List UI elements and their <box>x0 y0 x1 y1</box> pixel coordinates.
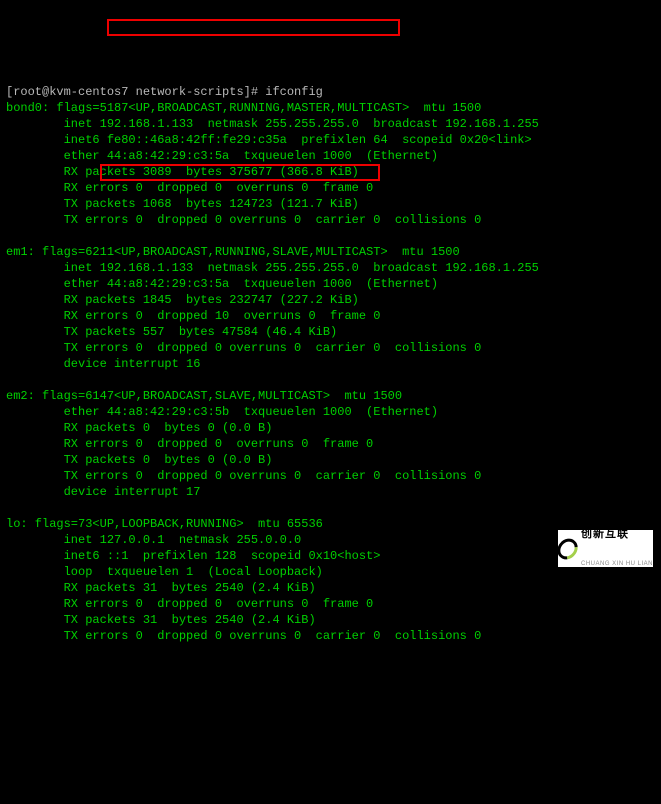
bond0-inet6: inet6 fe80::46a8:42ff:fe29:c35a prefixle… <box>6 133 532 147</box>
lo-loop: loop txqueuelen 1 (Local Loopback) <box>6 565 323 579</box>
logo-en: CHUANG XIN HU LIAN <box>581 559 653 569</box>
em2-dev-int: device interrupt 17 <box>6 485 200 499</box>
shell-prompt: [root@kvm-centos7 network-scripts]# <box>6 85 265 99</box>
em2-tx-errors: TX errors 0 dropped 0 overruns 0 carrier… <box>6 469 481 483</box>
em1-ether: ether 44:a8:42:29:c3:5a txqueuelen 1000 … <box>6 277 438 291</box>
em2-ether: ether 44:a8:42:29:c3:5b txqueuelen 1000 … <box>6 405 438 419</box>
em1-rx-errors: RX errors 0 dropped 10 overruns 0 frame … <box>6 309 380 323</box>
em1-tx-errors: TX errors 0 dropped 0 overruns 0 carrier… <box>6 341 481 355</box>
lo-inet: inet 127.0.0.1 netmask 255.0.0.0 <box>6 533 301 547</box>
em2-rx-packets: RX packets 0 bytes 0 (0.0 B) <box>6 421 272 435</box>
logo-cn: 创新互联 <box>581 529 653 539</box>
watermark-logo: 创新互联 CHUANG XIN HU LIAN <box>558 530 653 567</box>
bond0-tx-errors: TX errors 0 dropped 0 overruns 0 carrier… <box>6 213 481 227</box>
em1-header-pre: em1: flags=6211 <box>6 245 114 259</box>
bond0-rx-errors: RX errors 0 dropped 0 overruns 0 frame 0 <box>6 181 373 195</box>
command-text: ifconfig <box>265 85 323 99</box>
logo-text: 创新互联 CHUANG XIN HU LIAN <box>581 509 653 589</box>
bond0-header-pre: bond0: flags=5187 <box>6 101 128 115</box>
em1-inet: inet 192.168.1.133 netmask 255.255.255.0… <box>6 261 539 275</box>
logo-icon <box>553 534 582 563</box>
highlight-box-master <box>107 19 400 36</box>
lo-header: lo: flags=73<UP,LOOPBACK,RUNNING> mtu 65… <box>6 517 323 531</box>
lo-rx-errors: RX errors 0 dropped 0 overruns 0 frame 0 <box>6 597 373 611</box>
em1-rx-packets: RX packets 1845 bytes 232747 (227.2 KiB) <box>6 293 359 307</box>
bond0-tx-packets: TX packets 1068 bytes 124723 (121.7 KiB) <box>6 197 359 211</box>
em1-header-post: mtu 1500 <box>388 245 460 259</box>
bond0-flags: <UP,BROADCAST,RUNNING,MASTER,MULTICAST> <box>128 101 409 115</box>
bond0-header-post: mtu 1500 <box>409 101 481 115</box>
em1-tx-packets: TX packets 557 bytes 47584 (46.4 KiB) <box>6 325 337 339</box>
lo-inet6: inet6 ::1 prefixlen 128 scopeid 0x10<hos… <box>6 549 380 563</box>
em1-flags: <UP,BROADCAST,RUNNING,SLAVE,MULTICAST> <box>114 245 388 259</box>
bond0-ether: ether 44:a8:42:29:c3:5a txqueuelen 1000 … <box>6 149 438 163</box>
lo-tx-errors: TX errors 0 dropped 0 overruns 0 carrier… <box>6 629 481 643</box>
bond0-inet: inet 192.168.1.133 netmask 255.255.255.0… <box>6 117 539 131</box>
em1-dev-int: device interrupt 16 <box>6 357 200 371</box>
bond0-rx-packets: RX packets 3089 bytes 375677 (366.8 KiB) <box>6 165 359 179</box>
em2-tx-packets: TX packets 0 bytes 0 (0.0 B) <box>6 453 272 467</box>
lo-rx-packets: RX packets 31 bytes 2540 (2.4 KiB) <box>6 581 316 595</box>
lo-tx-packets: TX packets 31 bytes 2540 (2.4 KiB) <box>6 613 316 627</box>
em2-header: em2: flags=6147<UP,BROADCAST,SLAVE,MULTI… <box>6 389 402 403</box>
em2-rx-errors: RX errors 0 dropped 0 overruns 0 frame 0 <box>6 437 373 451</box>
